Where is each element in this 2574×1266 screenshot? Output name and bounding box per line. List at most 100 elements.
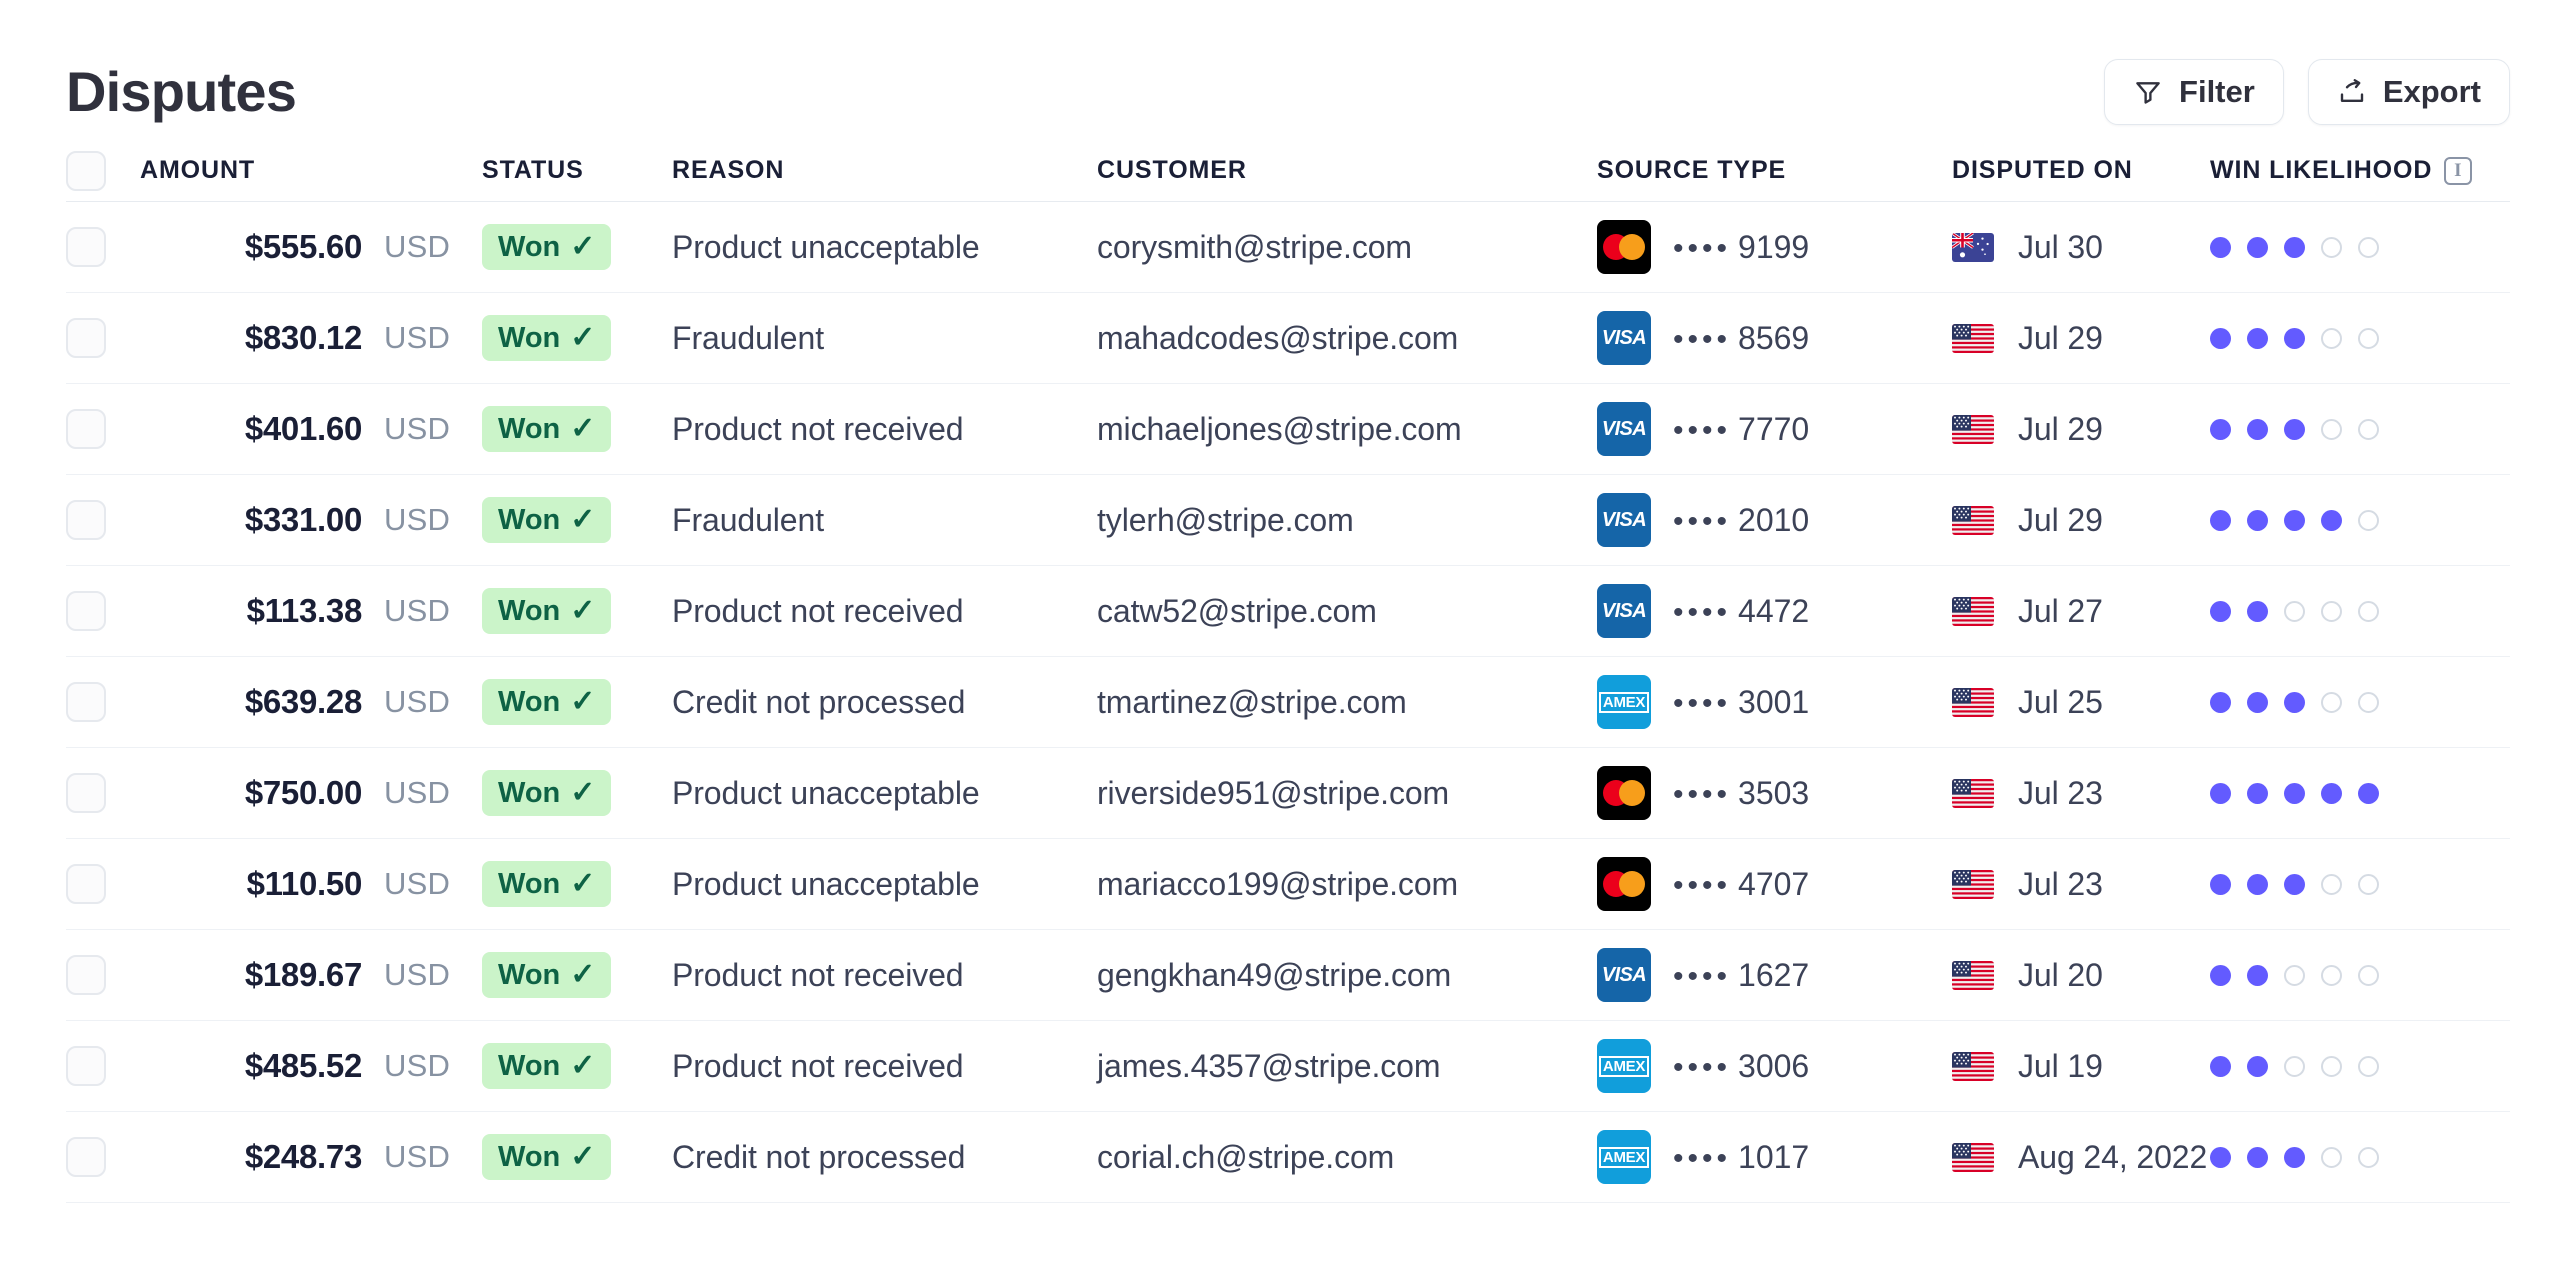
status-label: Won bbox=[498, 412, 561, 445]
export-button[interactable]: Export bbox=[2307, 59, 2510, 125]
country-flag-icon bbox=[1952, 1142, 1996, 1172]
country-flag-icon bbox=[1952, 687, 1996, 717]
info-icon[interactable]: i bbox=[2444, 156, 2473, 185]
column-status[interactable]: STATUS bbox=[482, 156, 672, 185]
reason-text: Fraudulent bbox=[672, 319, 824, 356]
win-likelihood-dot bbox=[2321, 236, 2342, 258]
table-row[interactable]: $113.38 USD Won ✓ Product not received catw52… bbox=[66, 566, 2510, 657]
cell-disputed-on: Jul 30 bbox=[1952, 229, 2210, 266]
filter-button-label: Filter bbox=[2179, 74, 2255, 109]
page-title: Disputes bbox=[66, 60, 297, 123]
cell-amount: $110.50 bbox=[132, 865, 363, 903]
win-likelihood-meter bbox=[2210, 327, 2379, 349]
win-likelihood-dot bbox=[2284, 600, 2305, 622]
table-row[interactable]: $750.00 USD Won ✓ Product unacceptable rivers… bbox=[66, 748, 2510, 839]
disputed-on-date: Jul 29 bbox=[2018, 410, 2103, 447]
row-checkbox[interactable] bbox=[66, 591, 106, 631]
mastercard-icon bbox=[1597, 766, 1651, 820]
amount-value: $248.73 bbox=[244, 1138, 362, 1175]
currency-code: USD bbox=[384, 866, 451, 901]
row-checkbox[interactable] bbox=[66, 409, 106, 449]
cell-status: Won ✓ bbox=[482, 1134, 672, 1180]
win-likelihood-dot bbox=[2210, 1055, 2231, 1077]
cell-currency: USD bbox=[362, 1139, 482, 1175]
column-amount[interactable]: AMOUNT bbox=[132, 156, 362, 185]
row-checkbox[interactable] bbox=[66, 227, 106, 267]
table-row[interactable]: $555.60 USD Won ✓ Product unacceptable corysm… bbox=[66, 202, 2510, 293]
cell-disputed-on: Jul 25 bbox=[1952, 684, 2210, 721]
currency-code: USD bbox=[384, 684, 451, 719]
row-checkbox[interactable] bbox=[66, 682, 106, 722]
win-likelihood-meter bbox=[2210, 236, 2379, 258]
country-flag-icon bbox=[1952, 414, 1996, 444]
cell-customer: tmartinez@stripe.com bbox=[1097, 684, 1597, 721]
disputed-on-date: Jul 20 bbox=[2018, 956, 2103, 993]
win-likelihood-dot bbox=[2358, 418, 2379, 440]
cell-win-likelihood bbox=[2210, 1146, 2510, 1168]
status-label: Won bbox=[498, 685, 561, 718]
row-select-cell bbox=[66, 1046, 132, 1086]
cell-reason: Product not received bbox=[672, 593, 1097, 630]
customer-email: james.4357@stripe.com bbox=[1097, 1047, 1441, 1084]
status-badge: Won ✓ bbox=[482, 952, 612, 998]
status-label: Won bbox=[498, 503, 561, 536]
card-last4: •••• 7770 bbox=[1673, 410, 1810, 447]
column-disputed-on[interactable]: DISPUTED ON bbox=[1952, 156, 2210, 185]
cell-reason: Credit not processed bbox=[672, 684, 1097, 721]
status-label: Won bbox=[498, 230, 561, 263]
cell-reason: Product unacceptable bbox=[672, 866, 1097, 903]
cell-amount: $639.28 bbox=[132, 683, 362, 721]
cell-source-type: •••• 4707 bbox=[1597, 857, 1952, 911]
currency-code: USD bbox=[384, 229, 451, 264]
amex-icon: AMEX bbox=[1597, 1039, 1651, 1093]
win-likelihood-dot bbox=[2284, 509, 2305, 531]
cell-source-type: VISA •••• 4472 bbox=[1597, 584, 1952, 638]
column-source-type[interactable]: SOURCE TYPE bbox=[1597, 156, 1952, 185]
table-row[interactable]: $110.50 USD Won ✓ Product unacceptable mariac… bbox=[66, 839, 2510, 930]
table-header-row: AMOUNT STATUS REASON CUSTOMER SOURCE TYP… bbox=[66, 140, 2510, 202]
filter-button[interactable]: Filter bbox=[2104, 59, 2284, 125]
win-likelihood-dot bbox=[2210, 964, 2231, 986]
visa-icon: VISA bbox=[1597, 493, 1651, 547]
row-select-cell bbox=[66, 864, 132, 904]
cell-status: Won ✓ bbox=[482, 679, 672, 725]
cell-customer: michaeljones@stripe.com bbox=[1097, 411, 1597, 448]
row-checkbox[interactable] bbox=[66, 955, 106, 995]
table-row[interactable]: $331.00 USD Won ✓ Fraudulent tylerh@stripe.co… bbox=[66, 475, 2510, 566]
cell-status: Won ✓ bbox=[482, 406, 672, 452]
row-checkbox[interactable] bbox=[66, 864, 106, 904]
card-last4: •••• 3001 bbox=[1673, 683, 1810, 720]
column-win-likelihood[interactable]: WIN LIKELIHOOD i bbox=[2210, 156, 2510, 185]
disputes-page: Disputes Filter Export AMOUNT STATUS REA… bbox=[0, 0, 2574, 1266]
row-checkbox[interactable] bbox=[66, 500, 106, 540]
cell-customer: mariacco199@stripe.com bbox=[1097, 866, 1597, 903]
column-customer[interactable]: CUSTOMER bbox=[1097, 156, 1597, 185]
table-row[interactable]: $189.67 USD Won ✓ Product not received gengkh… bbox=[66, 930, 2510, 1021]
select-all-checkbox[interactable] bbox=[66, 150, 106, 191]
win-likelihood-dot bbox=[2210, 600, 2231, 622]
card-last4: •••• 4707 bbox=[1673, 865, 1810, 902]
customer-email: riverside951@stripe.com bbox=[1097, 774, 1450, 811]
win-likelihood-dot bbox=[2358, 691, 2379, 713]
win-likelihood-dot bbox=[2321, 873, 2342, 895]
row-checkbox[interactable] bbox=[66, 773, 106, 813]
card-mask-dots: •••• bbox=[1673, 504, 1732, 538]
table-row[interactable]: $485.52 USD Won ✓ Product not received james.… bbox=[66, 1021, 2510, 1112]
cell-currency: USD bbox=[362, 775, 482, 811]
table-row[interactable]: $248.73 USD Won ✓ Credit not processed corial… bbox=[66, 1112, 2510, 1203]
row-checkbox[interactable] bbox=[66, 1046, 106, 1086]
win-likelihood-dot bbox=[2321, 1055, 2342, 1077]
row-checkbox[interactable] bbox=[66, 1137, 106, 1177]
win-likelihood-meter bbox=[2210, 691, 2379, 713]
card-mask-dots: •••• bbox=[1673, 322, 1732, 356]
cell-win-likelihood bbox=[2210, 418, 2510, 440]
row-select-cell bbox=[66, 682, 132, 722]
table-row[interactable]: $830.12 USD Won ✓ Fraudulent mahadcodes@strip… bbox=[66, 293, 2510, 384]
amount-value: $750.00 bbox=[244, 774, 362, 811]
row-checkbox[interactable] bbox=[66, 318, 106, 358]
table-row[interactable]: $639.28 USD Won ✓ Credit not processed tmarti… bbox=[66, 657, 2510, 748]
column-reason[interactable]: REASON bbox=[672, 156, 1097, 185]
amount-value: $485.52 bbox=[244, 1047, 362, 1084]
country-flag-icon bbox=[1952, 1051, 1996, 1081]
table-row[interactable]: $401.60 USD Won ✓ Product not received michae… bbox=[66, 384, 2510, 475]
